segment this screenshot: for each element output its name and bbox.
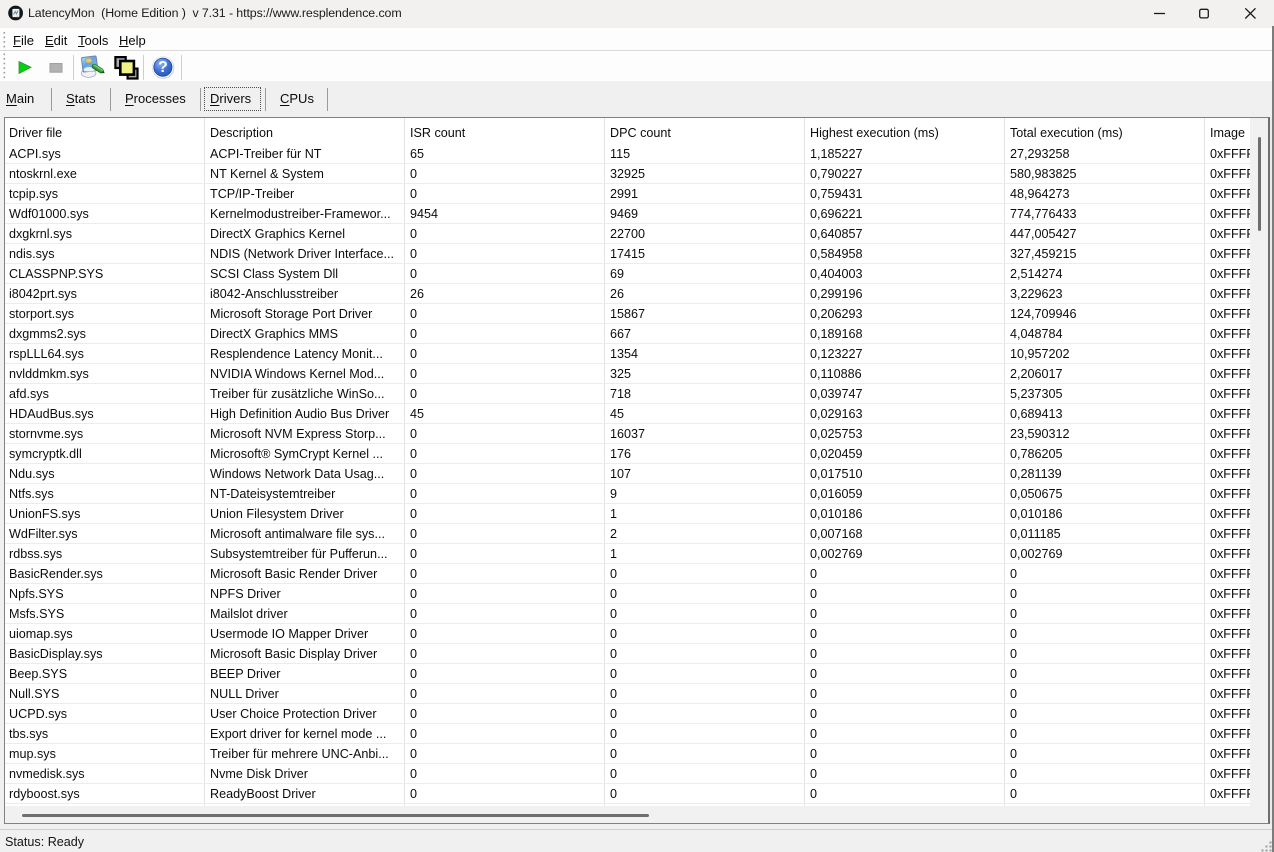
svg-text:?: ?	[158, 59, 168, 76]
